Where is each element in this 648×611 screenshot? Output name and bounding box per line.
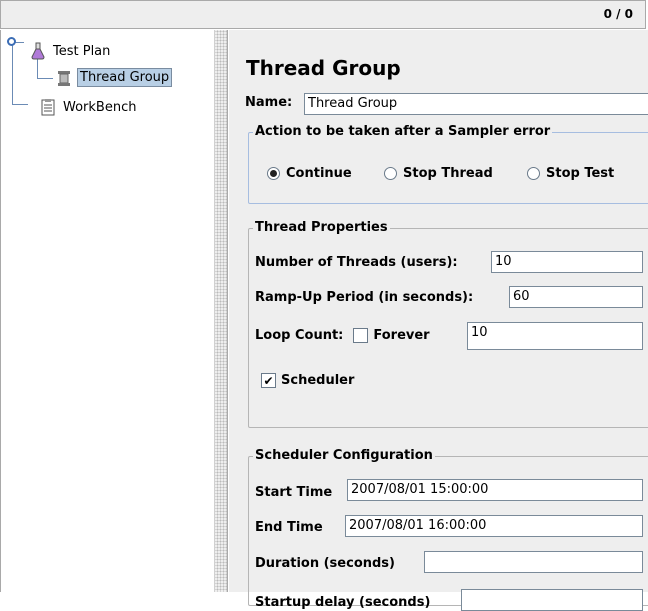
radio-button[interactable] bbox=[527, 167, 540, 180]
scheduler-checkbox[interactable]: ✔ bbox=[261, 373, 276, 388]
radio-button[interactable] bbox=[267, 167, 280, 180]
radio-label: Stop Thread bbox=[403, 166, 493, 181]
thread-group-panel: Thread Group Name: Thread Group Action t… bbox=[229, 30, 648, 611]
tree-connector bbox=[12, 42, 13, 104]
name-field[interactable]: Thread Group bbox=[304, 93, 648, 115]
sampler-error-group: Action to be taken after a Sampler error… bbox=[248, 124, 648, 204]
tree-item-label: Thread Group bbox=[77, 68, 173, 87]
tree-connector bbox=[12, 104, 28, 105]
scheduler-row[interactable]: ✔ Scheduler bbox=[261, 373, 354, 388]
start-time-label: Start Time bbox=[255, 485, 333, 500]
forever-checkbox[interactable] bbox=[353, 328, 369, 343]
loop-row: Loop Count: Forever bbox=[255, 328, 430, 343]
tree-item-test-plan[interactable]: Test Plan bbox=[29, 42, 112, 60]
scheduler-configuration-group: Scheduler Configuration Start Time 2007/… bbox=[248, 448, 648, 611]
duration-row: Duration (seconds) bbox=[255, 556, 395, 571]
tree-item-workbench[interactable]: WorkBench bbox=[39, 98, 138, 116]
rampup-input[interactable]: 60 bbox=[509, 286, 643, 308]
startup-delay-input[interactable] bbox=[461, 589, 643, 611]
radio-label: Continue bbox=[286, 166, 352, 181]
startup-delay-label: Startup delay (seconds) bbox=[255, 595, 431, 610]
sampler-error-legend: Action to be taken after a Sampler error bbox=[253, 124, 553, 139]
loop-count-input[interactable]: 10 bbox=[467, 322, 643, 350]
rampup-label: Ramp-Up Period (in seconds): bbox=[255, 290, 474, 305]
name-row: Name: bbox=[245, 95, 292, 110]
page-title: Thread Group bbox=[246, 56, 401, 80]
spool-icon bbox=[58, 70, 70, 86]
radio-continue[interactable]: Continue bbox=[267, 166, 352, 181]
tree-item-label: WorkBench bbox=[63, 99, 137, 115]
scheduler-configuration-legend: Scheduler Configuration bbox=[253, 448, 435, 463]
clipboard-icon bbox=[41, 99, 55, 116]
threads-row: Number of Threads (users): bbox=[255, 255, 458, 270]
start-time-input[interactable]: 2007/08/01 15:00:00 bbox=[347, 479, 643, 501]
thread-properties-group: Thread Properties Number of Threads (use… bbox=[248, 220, 648, 428]
tree-expand-handle-icon[interactable] bbox=[7, 37, 16, 46]
radio-selected-dot bbox=[270, 170, 277, 177]
thread-properties-legend: Thread Properties bbox=[253, 220, 390, 235]
forever-label: Forever bbox=[373, 328, 430, 343]
end-time-input[interactable]: 2007/08/01 16:00:00 bbox=[345, 515, 643, 537]
end-time-row: End Time bbox=[255, 520, 323, 535]
start-time-row: Start Time bbox=[255, 485, 332, 500]
duration-input[interactable] bbox=[424, 551, 643, 573]
radio-stop-test[interactable]: Stop Test bbox=[527, 166, 614, 181]
threads-label: Number of Threads (users): bbox=[255, 255, 458, 270]
loop-label: Loop Count: bbox=[255, 328, 344, 343]
radio-label: Stop Test bbox=[546, 166, 615, 181]
test-plan-tree: Test Plan Thread Group WorkBench bbox=[0, 30, 214, 592]
active-thread-counter: 0 / 0 bbox=[603, 7, 633, 21]
radio-button[interactable] bbox=[384, 167, 397, 180]
top-toolbar: 0 / 0 bbox=[0, 0, 646, 29]
rampup-row: Ramp-Up Period (in seconds): bbox=[255, 290, 473, 305]
duration-label: Duration (seconds) bbox=[255, 556, 395, 571]
end-time-label: End Time bbox=[255, 520, 323, 535]
tree-connector bbox=[37, 58, 38, 78]
flask-icon bbox=[31, 42, 45, 60]
name-label: Name: bbox=[245, 95, 293, 110]
tree-item-thread-group[interactable]: Thread Group bbox=[55, 68, 173, 87]
tree-connector bbox=[37, 78, 53, 79]
split-pane-divider[interactable] bbox=[214, 30, 228, 592]
startup-delay-row: Startup delay (seconds) bbox=[255, 595, 430, 610]
scheduler-label: Scheduler bbox=[281, 373, 355, 388]
radio-stop-thread[interactable]: Stop Thread bbox=[384, 166, 493, 181]
threads-input[interactable]: 10 bbox=[491, 251, 643, 273]
tree-item-label: Test Plan bbox=[53, 43, 111, 59]
